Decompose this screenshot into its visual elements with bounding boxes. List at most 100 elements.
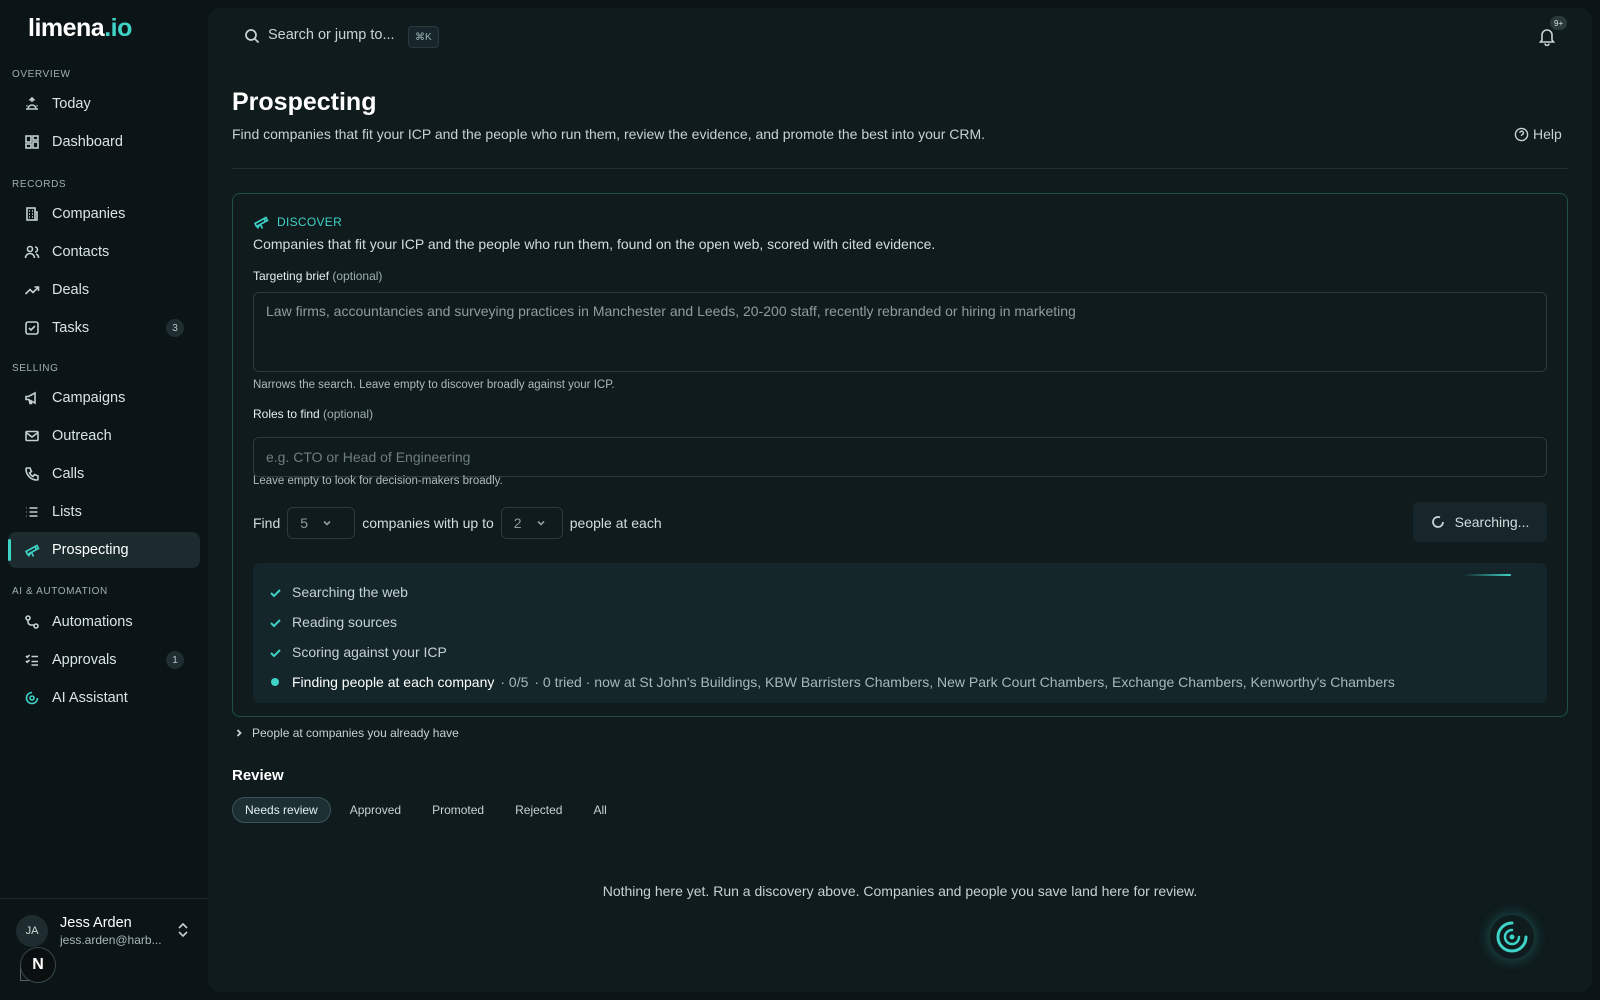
approvals-count-badge: 1 xyxy=(166,651,184,669)
step-detail: · 0 tried · now at St John's Buildings, … xyxy=(534,674,1395,690)
find-controls: Find 5 companies with up to 2 people at … xyxy=(253,506,662,540)
help-label: Help xyxy=(1533,126,1562,142)
sunrise-icon xyxy=(24,96,40,112)
user-name: Jess Arden xyxy=(60,915,132,931)
company-count-select[interactable]: 5 xyxy=(287,507,356,539)
discover-label: DISCOVER xyxy=(253,214,342,230)
nav-item-dashboard[interactable]: Dashboard xyxy=(8,124,200,160)
tab-promoted[interactable]: Promoted xyxy=(420,797,496,823)
nav-item-label: Contacts xyxy=(52,244,110,260)
user-email: jess.arden@harb... xyxy=(60,933,162,947)
targeting-brief-input[interactable]: Law firms, accountancies and surveying p… xyxy=(253,292,1547,372)
notification-count-badge: 9+ xyxy=(1550,16,1568,30)
nav-item-label: Dashboard xyxy=(52,134,123,150)
review-tabs: Needs review Approved Promoted Rejected … xyxy=(232,797,626,823)
nav-item-lists[interactable]: Lists xyxy=(8,494,200,530)
checklist-icon xyxy=(24,652,40,668)
roles-input[interactable]: e.g. CTO or Head of Engineering xyxy=(253,437,1547,477)
building-icon xyxy=(24,206,40,222)
chevron-down-icon xyxy=(323,520,331,526)
nav-item-tasks[interactable]: Tasks 3 xyxy=(8,310,200,346)
phone-icon xyxy=(24,466,40,482)
step-finding-people: Finding people at each company · 0/5 · 0… xyxy=(269,674,1395,690)
chevron-updown-icon[interactable] xyxy=(176,921,190,942)
search-shortcut: ⌘K xyxy=(408,26,439,48)
nav-item-ai-assistant[interactable]: AI Assistant xyxy=(8,680,200,716)
users-icon xyxy=(24,244,40,260)
chevron-right-icon xyxy=(236,729,242,737)
nav-item-label: Lists xyxy=(52,504,82,520)
tab-all[interactable]: All xyxy=(581,797,618,823)
nav-item-campaigns[interactable]: Campaigns xyxy=(8,380,200,416)
tab-needs-review[interactable]: Needs review xyxy=(232,797,331,823)
discover-card: DISCOVER Companies that fit your ICP and… xyxy=(232,193,1568,717)
check-icon xyxy=(270,588,281,597)
nav-item-label: Deals xyxy=(52,282,90,298)
mail-icon xyxy=(24,428,40,444)
workflow-icon xyxy=(24,614,40,630)
page-title: Prospecting xyxy=(232,88,377,116)
avatar: JA xyxy=(16,915,48,947)
nav-item-companies[interactable]: Companies xyxy=(8,196,200,232)
active-dot-icon xyxy=(271,678,279,686)
find-prefix: Find xyxy=(253,515,281,531)
nav-section-selling: SELLING xyxy=(12,363,59,374)
brand-logo[interactable]: limena.io xyxy=(28,14,132,43)
nav-item-label: Automations xyxy=(52,614,133,630)
check-icon xyxy=(270,618,281,627)
list-icon xyxy=(24,504,40,520)
header-divider xyxy=(232,168,1568,169)
roles-hint: Leave empty to look for decision-makers … xyxy=(253,475,503,487)
nav-item-label: Today xyxy=(52,96,91,112)
find-suffix: people at each xyxy=(569,515,662,531)
nav-item-today[interactable]: Today xyxy=(8,86,200,122)
searching-button[interactable]: Searching... xyxy=(1413,502,1547,542)
user-menu[interactable]: JA Jess Arden jess.arden@harb... N xyxy=(0,898,208,1000)
ai-assistant-fab[interactable] xyxy=(1490,915,1534,959)
nav-item-deals[interactable]: Deals xyxy=(8,272,200,308)
sidebar: limena.io OVERVIEW Today Dashboard RECOR… xyxy=(0,0,208,1000)
help-icon xyxy=(1514,127,1529,141)
megaphone-icon xyxy=(24,390,40,406)
telescope-icon xyxy=(24,542,40,558)
checkbox-icon xyxy=(24,320,40,336)
spinner-icon xyxy=(1431,516,1444,528)
targeting-brief-hint: Narrows the search. Leave empty to disco… xyxy=(253,379,615,391)
nav-item-outreach[interactable]: Outreach xyxy=(8,418,200,454)
page-subtitle: Find companies that fit your ICP and the… xyxy=(232,126,986,142)
step-progress: · 0/5 xyxy=(500,674,529,690)
existing-people-toggle[interactable]: People at companies you already have xyxy=(234,726,459,740)
nav-item-automations[interactable]: Automations xyxy=(8,604,200,640)
nav-item-prospecting[interactable]: Prospecting xyxy=(8,532,200,568)
review-title: Review xyxy=(232,767,284,784)
telescope-icon xyxy=(253,216,269,229)
step-scoring-icp: Scoring against your ICP xyxy=(269,644,447,660)
assistant-icon xyxy=(24,690,40,706)
trend-icon xyxy=(24,282,40,298)
discovery-progress: Searching the web Reading sources Scorin… xyxy=(253,563,1547,703)
find-middle: companies with up to xyxy=(362,515,494,531)
review-empty-state: Nothing here yet. Run a discovery above.… xyxy=(602,883,1198,899)
targeting-brief-label: Targeting brief (optional) xyxy=(253,269,383,283)
assistant-icon xyxy=(1496,921,1528,953)
dev-tools-badge[interactable]: N xyxy=(20,947,56,983)
nav-item-calls[interactable]: Calls xyxy=(8,456,200,492)
discover-description: Companies that fit your ICP and the peop… xyxy=(253,236,936,252)
nav-item-label: AI Assistant xyxy=(52,690,128,706)
tasks-count-badge: 3 xyxy=(166,319,184,337)
chevron-down-icon xyxy=(536,520,545,526)
help-button[interactable]: Help xyxy=(1514,126,1562,142)
nav-item-label: Approvals xyxy=(52,652,117,668)
tab-rejected[interactable]: Rejected xyxy=(503,797,574,823)
main-panel: Search or jump to... ⌘K 9+ Prospecting F… xyxy=(208,8,1592,992)
nav-item-contacts[interactable]: Contacts xyxy=(8,234,200,270)
nav-item-label: Prospecting xyxy=(52,542,129,558)
people-count-select[interactable]: 2 xyxy=(500,507,563,539)
nav-item-label: Companies xyxy=(52,206,126,222)
tab-approved[interactable]: Approved xyxy=(338,797,413,823)
global-search[interactable]: Search or jump to... xyxy=(268,27,395,43)
nav-item-approvals[interactable]: Approvals 1 xyxy=(8,642,200,678)
nav-section-records: RECORDS xyxy=(12,179,67,190)
nav-item-label: Calls xyxy=(52,466,85,482)
step-reading-sources: Reading sources xyxy=(269,614,397,630)
